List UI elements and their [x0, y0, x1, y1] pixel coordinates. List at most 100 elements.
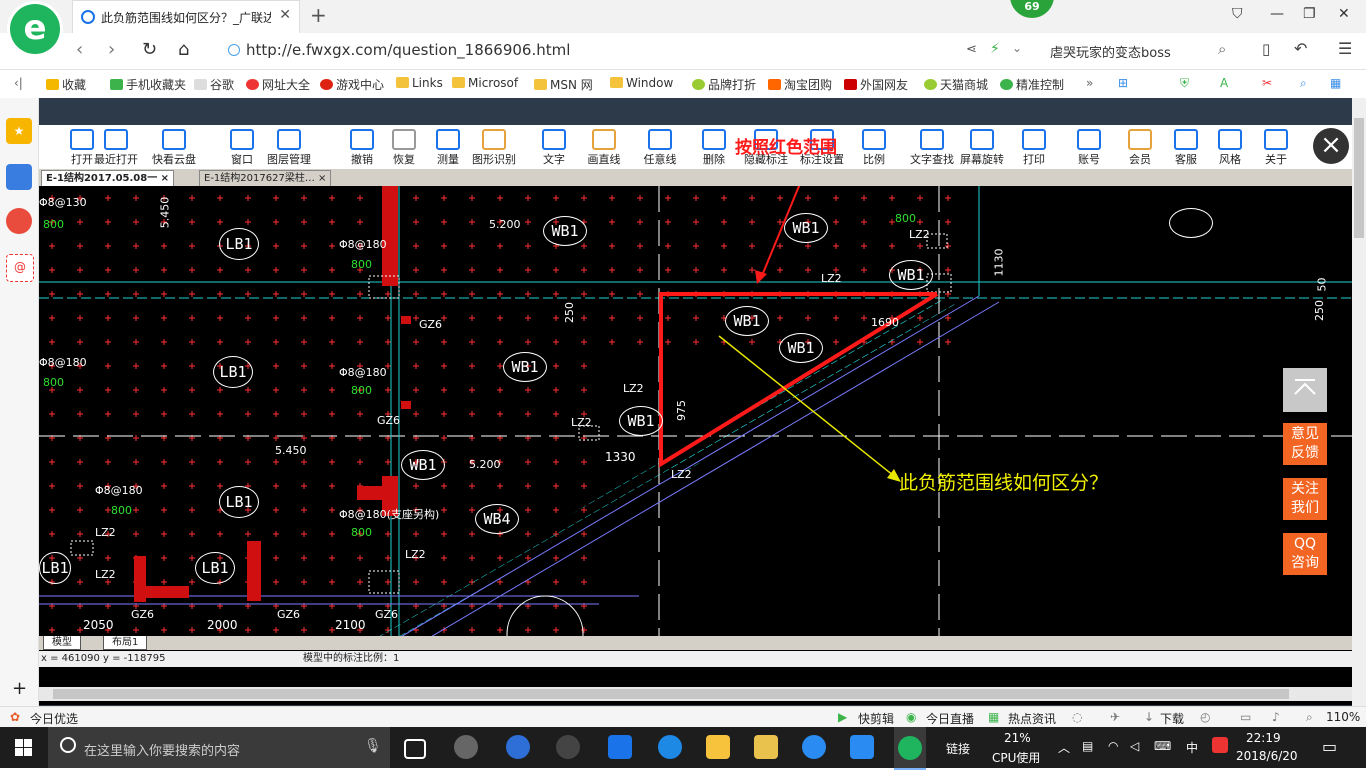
restore-icon[interactable]: ❐: [1303, 6, 1316, 22]
g-app-icon[interactable]: [802, 735, 826, 759]
bookmark-favorites[interactable]: 收藏: [46, 76, 86, 93]
window-icon[interactable]: ▭: [1240, 710, 1251, 724]
toolbar-button-8[interactable]: 图形识别: [469, 125, 519, 169]
close-viewer-button[interactable]: ×: [1313, 128, 1349, 164]
toolbar-button-3[interactable]: 窗口: [217, 125, 267, 169]
search-input[interactable]: 虐哭玩家的变态boss: [1050, 42, 1171, 61]
toolbar-button-11[interactable]: 任意线: [635, 125, 685, 169]
tab-close-icon[interactable]: ✕: [279, 7, 291, 23]
extension-icon[interactable]: ⊞: [1118, 76, 1128, 90]
browser-tab[interactable]: 此负筋范围线如何区分？_广联达 ✕: [72, 0, 300, 33]
bookmark-links[interactable]: Links: [396, 76, 443, 90]
weibo-icon[interactable]: [6, 208, 32, 234]
bookmark-hao[interactable]: 网址大全: [246, 76, 310, 93]
add-sidebar-icon[interactable]: +: [12, 678, 27, 699]
email-icon[interactable]: @: [6, 254, 34, 282]
layout-tab-layout1[interactable]: 布局1: [103, 636, 148, 650]
toolbar-button-10[interactable]: 画直线: [579, 125, 629, 169]
scrollbar-thumb[interactable]: [53, 689, 1289, 699]
toolbar-button-7[interactable]: 测量: [423, 125, 473, 169]
list-icon[interactable]: [6, 164, 32, 190]
sidebar-toggle-icon[interactable]: ‹|: [14, 76, 23, 90]
volume-icon[interactable]: ◁: [1130, 739, 1139, 753]
task-view-icon[interactable]: [404, 739, 426, 759]
download-link[interactable]: 下载: [1160, 710, 1184, 727]
layout-tab-model[interactable]: 模型: [43, 636, 81, 650]
toolbar-button-15[interactable]: 比例: [849, 125, 899, 169]
toolbar-button-17[interactable]: 屏幕旋转: [957, 125, 1007, 169]
more-bookmarks-icon[interactable]: »: [1086, 76, 1093, 90]
toolbar-button-21[interactable]: 客服: [1161, 125, 1211, 169]
bookmark-games[interactable]: 游戏中心: [320, 76, 384, 93]
bookmark-mobile[interactable]: 手机收藏夹: [110, 76, 186, 93]
toolbar-button-9[interactable]: 文字: [529, 125, 579, 169]
toolbar-button-23[interactable]: 关于: [1251, 125, 1301, 169]
file-tab[interactable]: E-1结构2017627梁柱… ×: [199, 170, 332, 187]
favorites-star-icon[interactable]: ★: [6, 118, 32, 144]
keyboard-icon[interactable]: ⌨: [1154, 739, 1171, 753]
toolbar-button-20[interactable]: 会员: [1115, 125, 1165, 169]
spiral-app-icon[interactable]: [556, 735, 580, 759]
start-button[interactable]: [0, 727, 48, 768]
translate-icon[interactable]: A: [1220, 76, 1228, 90]
menu-icon[interactable]: ☰: [1338, 39, 1352, 58]
quick-clip-link[interactable]: 快剪辑: [858, 710, 894, 727]
minimize-icon[interactable]: —: [1270, 6, 1284, 22]
shirt-skin-icon[interactable]: ⛉: [1232, 6, 1243, 22]
search-icon[interactable]: ⌕: [1218, 40, 1226, 58]
bookmark-precise[interactable]: 精准控制: [1000, 76, 1064, 93]
bookmark-taobao[interactable]: 淘宝团购: [768, 76, 832, 93]
ie-taskbar-icon[interactable]: [506, 735, 530, 759]
live-link[interactable]: 今日直播: [926, 710, 974, 727]
file-tab-active[interactable]: E-1结构2017.05.08一 ×: [41, 170, 175, 187]
bookmark-tmall[interactable]: 天猫商城: [924, 76, 988, 93]
toolbar-button-16[interactable]: 文字查找: [907, 125, 957, 169]
taskbar-search[interactable]: 在这里输入你要搜索的内容 🎙: [48, 727, 390, 768]
notes-app-icon[interactable]: [754, 735, 778, 759]
toolbar-button-2[interactable]: 快看云盘: [149, 125, 199, 169]
toolbar-button-6[interactable]: 恢复: [379, 125, 429, 169]
links-toolbar[interactable]: 链接: [946, 740, 970, 757]
toolbar-button-22[interactable]: 风格: [1205, 125, 1255, 169]
speed-icon[interactable]: ◌: [1072, 710, 1082, 724]
browser-taskbar-button[interactable]: [894, 727, 926, 770]
tray-app-icon[interactable]: ▤: [1082, 739, 1093, 753]
bookmark-brand[interactable]: 品牌打折: [692, 76, 756, 93]
ime-indicator[interactable]: 中: [1186, 739, 1198, 756]
toolbar-button-12[interactable]: 删除: [689, 125, 739, 169]
vertical-scrollbar[interactable]: [1352, 98, 1366, 708]
grid-icon[interactable]: ▦: [1330, 76, 1341, 90]
bookmark-google[interactable]: 谷歌: [194, 76, 234, 93]
shield-icon[interactable]: ⛨: [1180, 76, 1189, 91]
chevron-down-icon[interactable]: ⌄: [1012, 41, 1022, 55]
toolbar-button-1[interactable]: 最近打开: [91, 125, 141, 169]
url-input[interactable]: http://e.fwxgx.com/question_1866906.html: [246, 41, 570, 59]
bookmark-microsoft[interactable]: Microsof: [452, 76, 518, 90]
zoom-icon[interactable]: ⌕: [1300, 76, 1307, 91]
news-link[interactable]: 热点资讯: [1008, 710, 1056, 727]
notification-icon[interactable]: ▭: [1322, 737, 1337, 756]
speaker-icon[interactable]: ♪: [1272, 710, 1280, 724]
clock-time[interactable]: 22:19: [1246, 731, 1281, 745]
new-tab-button[interactable]: +: [310, 3, 327, 27]
microphone-icon[interactable]: 🎙: [364, 738, 382, 754]
sogou-icon[interactable]: [1212, 737, 1228, 753]
follow-us-button[interactable]: 关注我们: [1283, 478, 1327, 520]
bookmark-msn[interactable]: MSN 网: [534, 76, 593, 93]
plus-app-icon[interactable]: [850, 735, 874, 759]
edge-icon[interactable]: [608, 735, 632, 759]
gift-icon[interactable]: ✿: [10, 710, 20, 724]
lightning-icon[interactable]: ⚡: [990, 41, 1000, 57]
tray-expand-icon[interactable]: ︿: [1058, 739, 1070, 756]
feedback-button[interactable]: 意见反馈: [1283, 423, 1327, 465]
bookmark-foreign[interactable]: 外国网友: [844, 76, 908, 93]
back-icon[interactable]: ‹: [76, 39, 83, 60]
today-picks-link[interactable]: 今日优选: [30, 710, 78, 727]
zoom-level[interactable]: 110%: [1326, 710, 1360, 724]
history-icon[interactable]: ◴: [1200, 710, 1210, 724]
phone-icon[interactable]: ▯: [1262, 40, 1270, 58]
forward-icon[interactable]: ›: [108, 39, 115, 60]
wifi-icon[interactable]: ◠: [1108, 739, 1118, 753]
bookmark-windows[interactable]: Window: [610, 76, 673, 90]
pin-icon[interactable]: ✈: [1110, 710, 1120, 724]
